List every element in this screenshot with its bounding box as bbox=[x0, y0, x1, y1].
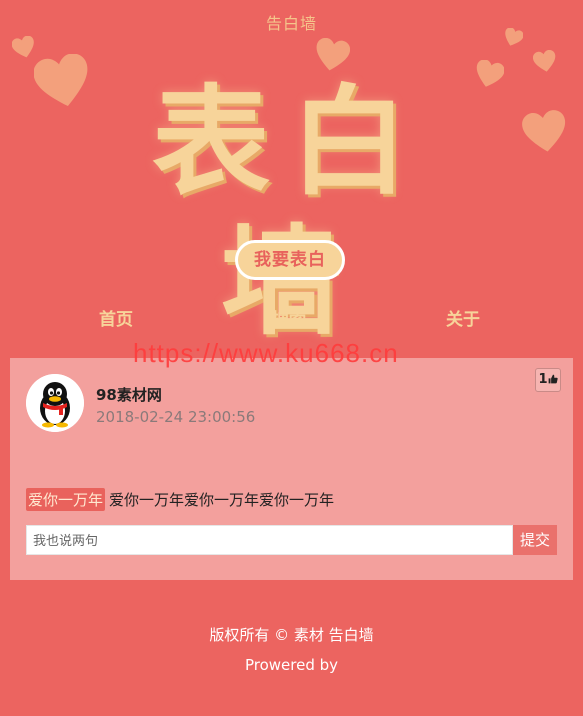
heart-icon bbox=[522, 110, 566, 152]
avatar bbox=[26, 374, 84, 432]
heart-icon bbox=[12, 36, 34, 58]
site-title: 告白墙 bbox=[265, 14, 317, 33]
submit-button[interactable]: 提交 bbox=[513, 525, 557, 555]
watermark-url: https://www.ku668.cn bbox=[133, 338, 399, 368]
post-message-row: 爱你一万年 爱你一万年爱你一万年爱你一万年 bbox=[26, 488, 334, 511]
post-tag: 爱你一万年 bbox=[26, 488, 106, 511]
post-card: 98素材网 2018-02-24 23:00:56 1 爱你一万年 爱你一万年爱你… bbox=[10, 358, 573, 580]
heart-icon bbox=[533, 50, 556, 72]
reply-input[interactable] bbox=[26, 525, 513, 555]
like-button[interactable]: 1 bbox=[535, 368, 561, 392]
post-username[interactable]: 98素材网 bbox=[96, 384, 162, 405]
confess-button[interactable]: 我要表白 bbox=[235, 240, 345, 280]
post-message: 爱你一万年爱你一万年爱你一万年 bbox=[109, 491, 335, 509]
like-count: 1 bbox=[538, 372, 548, 387]
main-nav: 首页 搜索 关于 bbox=[0, 305, 583, 330]
post-timestamp: 2018-02-24 23:00:56 bbox=[96, 408, 256, 426]
nav-item-home[interactable]: 首页 bbox=[99, 305, 133, 330]
footer-powered: Prowered by bbox=[244, 656, 339, 674]
nav-item-about[interactable]: 关于 bbox=[446, 305, 480, 330]
penguin-avatar-icon bbox=[26, 374, 84, 432]
thumbs-up-icon bbox=[548, 374, 558, 384]
page: 告白墙 表白墙 我要表白 首页 搜索 关于 https://www.ku668.… bbox=[0, 0, 583, 716]
heart-icon bbox=[316, 38, 350, 71]
footer-copyright: 版权所有 © 素材 告白墙 bbox=[209, 626, 374, 644]
heart-icon bbox=[34, 54, 88, 107]
nav-item-search[interactable]: 搜索 bbox=[272, 305, 306, 330]
